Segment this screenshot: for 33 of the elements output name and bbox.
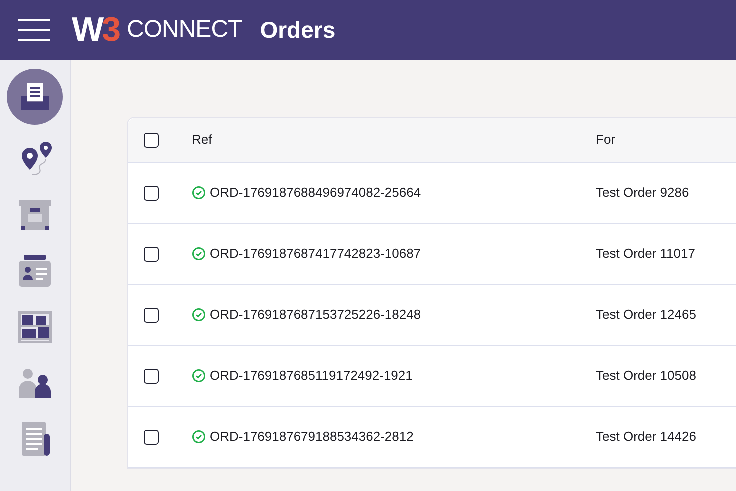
column-header: For xyxy=(596,131,616,150)
table-row[interactable]: ORD-1769187687153725226-18248 Test Order 12465 xyxy=(128,285,736,346)
table-row[interactable]: ORD-1769187688496974082-25664 Test Order 9286 xyxy=(128,163,736,224)
table-cell-text: Test Order 9286 xyxy=(596,184,690,202)
row-checkbox[interactable] xyxy=(144,368,159,384)
check-circle-icon xyxy=(192,369,206,383)
check-circle-icon xyxy=(192,430,206,444)
table-cell-text: ORD-1769187688496974082-25664 xyxy=(210,184,422,202)
table-cell-text: Test Order 11017 xyxy=(596,245,696,264)
row-checkbox[interactable] xyxy=(144,246,159,262)
column-header: Ref xyxy=(192,131,214,150)
select-all-checkbox[interactable] xyxy=(144,132,159,148)
contact-card-icon xyxy=(16,252,54,290)
table-cell-text: ORD-1769187685119172492-1921 xyxy=(210,367,413,386)
check-circle-icon xyxy=(192,308,206,322)
shelf-boxes-icon xyxy=(16,308,54,346)
table-cell-text: ORD-1769187687153725226-18248 xyxy=(210,306,422,324)
table-cell-text: Test Order 12465 xyxy=(596,306,696,324)
check-circle-icon xyxy=(192,186,206,200)
table-row[interactable]: ORD-1769187685119172492-1921 Test Order 10508 xyxy=(128,346,736,407)
table-row[interactable]: ORD-1769187679188534362-2812 Test Order 14426 xyxy=(128,407,736,468)
row-checkbox[interactable] xyxy=(144,308,159,322)
page-title: Orders xyxy=(260,16,336,45)
table-cell-text: Test Order 10508 xyxy=(596,367,696,386)
row-checkbox[interactable] xyxy=(144,186,159,200)
table-cell-text: ORD-1769187687417742823-10687 xyxy=(210,245,422,264)
row-checkbox[interactable] xyxy=(144,430,159,444)
check-circle-icon xyxy=(192,247,206,261)
table-cell-text: Test Order 14426 xyxy=(596,428,696,446)
menu-icon[interactable] xyxy=(18,19,50,41)
logo: W3 CONNECT xyxy=(72,13,242,47)
table-row[interactable]: ORD-1769187687417742823-10687 Test Order 11017 xyxy=(128,224,736,285)
table-cell-text: ORD-1769187679188534362-2812 xyxy=(210,428,414,446)
